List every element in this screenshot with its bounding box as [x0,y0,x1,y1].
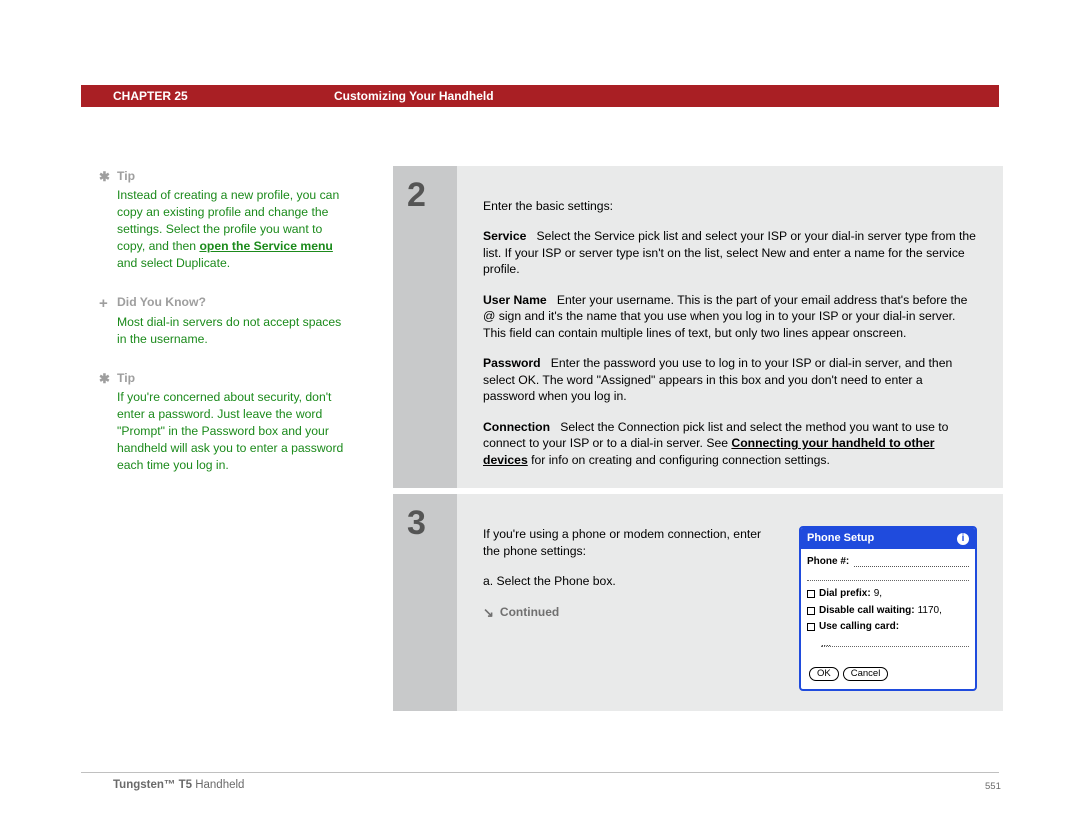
tip-body-1: Instead of creating a new profile, you c… [117,188,339,270]
dial-prefix-checkbox[interactable] [807,590,815,598]
step-3-text: If you're using a phone or modem connect… [483,526,781,691]
chapter-label: CHAPTER 25 [113,89,188,103]
disable-cw-checkbox[interactable] [807,607,815,615]
dial-prefix-label: Dial prefix: [819,587,871,601]
dial-prefix-value: 9, [874,587,882,601]
service-text: Select the Service pick list and select … [483,229,976,276]
password-para: Password Enter the password you use to l… [483,355,977,404]
step-2-content: Enter the basic settings: Service Select… [457,166,1003,488]
info-icon[interactable]: i [957,533,969,545]
username-para: User Name Enter your username. This is t… [483,292,977,341]
phone-setup-title: Phone Setup [807,531,874,546]
step-3-intro: If you're using a phone or modem connect… [483,526,781,559]
chapter-header: CHAPTER 25 Customizing Your Handheld [81,85,999,107]
footer-product-name: Tungsten™ T5 [113,779,192,791]
disable-cw-row: Disable call waiting: 1170, [807,604,969,618]
step-3-content: If you're using a phone or modem connect… [457,494,1003,711]
phone-setup-body: Phone #: Dial prefix: 9, Disable call wa… [801,549,975,689]
dyk-label: Did You Know? [117,294,353,311]
footer-divider [81,772,999,773]
continued-label: ↘ Continued [483,604,559,622]
calling-card-checkbox[interactable] [807,623,815,631]
page-number: 551 [985,781,1001,792]
phone-setup-dialog: Phone Setup i Phone #: Dial prefix: 9, [799,526,977,691]
sidebar-tips: ✱ Tip Instead of creating a new profile,… [117,168,353,496]
dyk-block: + Did You Know? Most dial-in servers do … [117,294,353,347]
username-text: Enter your username. This is the part of… [483,293,967,340]
tip1-text-b: and select Duplicate. [117,256,230,270]
ok-button[interactable]: OK [809,667,839,681]
username-label: User Name [483,293,547,307]
tip-label: Tip [117,168,353,185]
connection-text-b: for info on creating and configuring con… [528,453,830,467]
connection-label: Connection [483,420,550,434]
step-3-row: 3 If you're using a phone or modem conne… [393,494,1003,711]
main-steps: 2 Enter the basic settings: Service Sele… [393,166,1003,717]
plus-icon: + [99,293,108,314]
continued-arrow-icon: ↘ [483,604,494,622]
connection-para: Connection Select the Connection pick li… [483,419,977,468]
step-2-intro: Enter the basic settings: [483,198,977,214]
calling-card-label: Use calling card: [819,620,899,634]
asterisk-icon: ✱ [99,370,110,388]
step-3-num-cell: 3 [393,494,457,711]
step-2-num-cell: 2 [393,166,457,488]
password-text: Enter the password you use to log in to … [483,356,952,403]
phone-setup-titlebar: Phone Setup i [801,528,975,549]
phone-number-label: Phone #: [807,555,849,569]
open-service-menu-link[interactable]: open the Service menu [199,239,332,253]
step-2-number: 2 [407,176,457,215]
continued-text: Continued [500,604,559,620]
calling-card-input[interactable]: .... [821,637,969,647]
tip-block-2: ✱ Tip If you're concerned about security… [117,370,353,474]
footer-product: Tungsten™ T5 Handheld [113,779,244,791]
step-3-number: 3 [407,504,457,543]
cancel-button[interactable]: Cancel [843,667,889,681]
calling-card-row: Use calling card: [807,620,969,634]
asterisk-icon: ✱ [99,168,110,186]
footer-product-suffix: Handheld [192,779,244,791]
tip-block-1: ✱ Tip Instead of creating a new profile,… [117,168,353,272]
service-para: Service Select the Service pick list and… [483,228,977,277]
chapter-title: Customizing Your Handheld [334,89,494,103]
phone-number-input[interactable] [854,556,969,567]
tip-label-2: Tip [117,370,353,387]
tip2-body: If you're concerned about security, don'… [117,390,343,472]
step-2-row: 2 Enter the basic settings: Service Sele… [393,166,1003,488]
service-label: Service [483,229,526,243]
dyk-body: Most dial-in servers do not accept space… [117,315,341,346]
phone-number-line2[interactable] [807,571,969,581]
phone-setup-buttons: OK Cancel [809,667,969,681]
phone-number-row: Phone #: [807,555,969,569]
password-label: Password [483,356,541,370]
step-3-a: a. Select the Phone box. [483,573,781,589]
disable-cw-label: Disable call waiting: [819,604,915,618]
dial-prefix-row: Dial prefix: 9, [807,587,969,601]
disable-cw-value: 1170, [918,604,942,618]
